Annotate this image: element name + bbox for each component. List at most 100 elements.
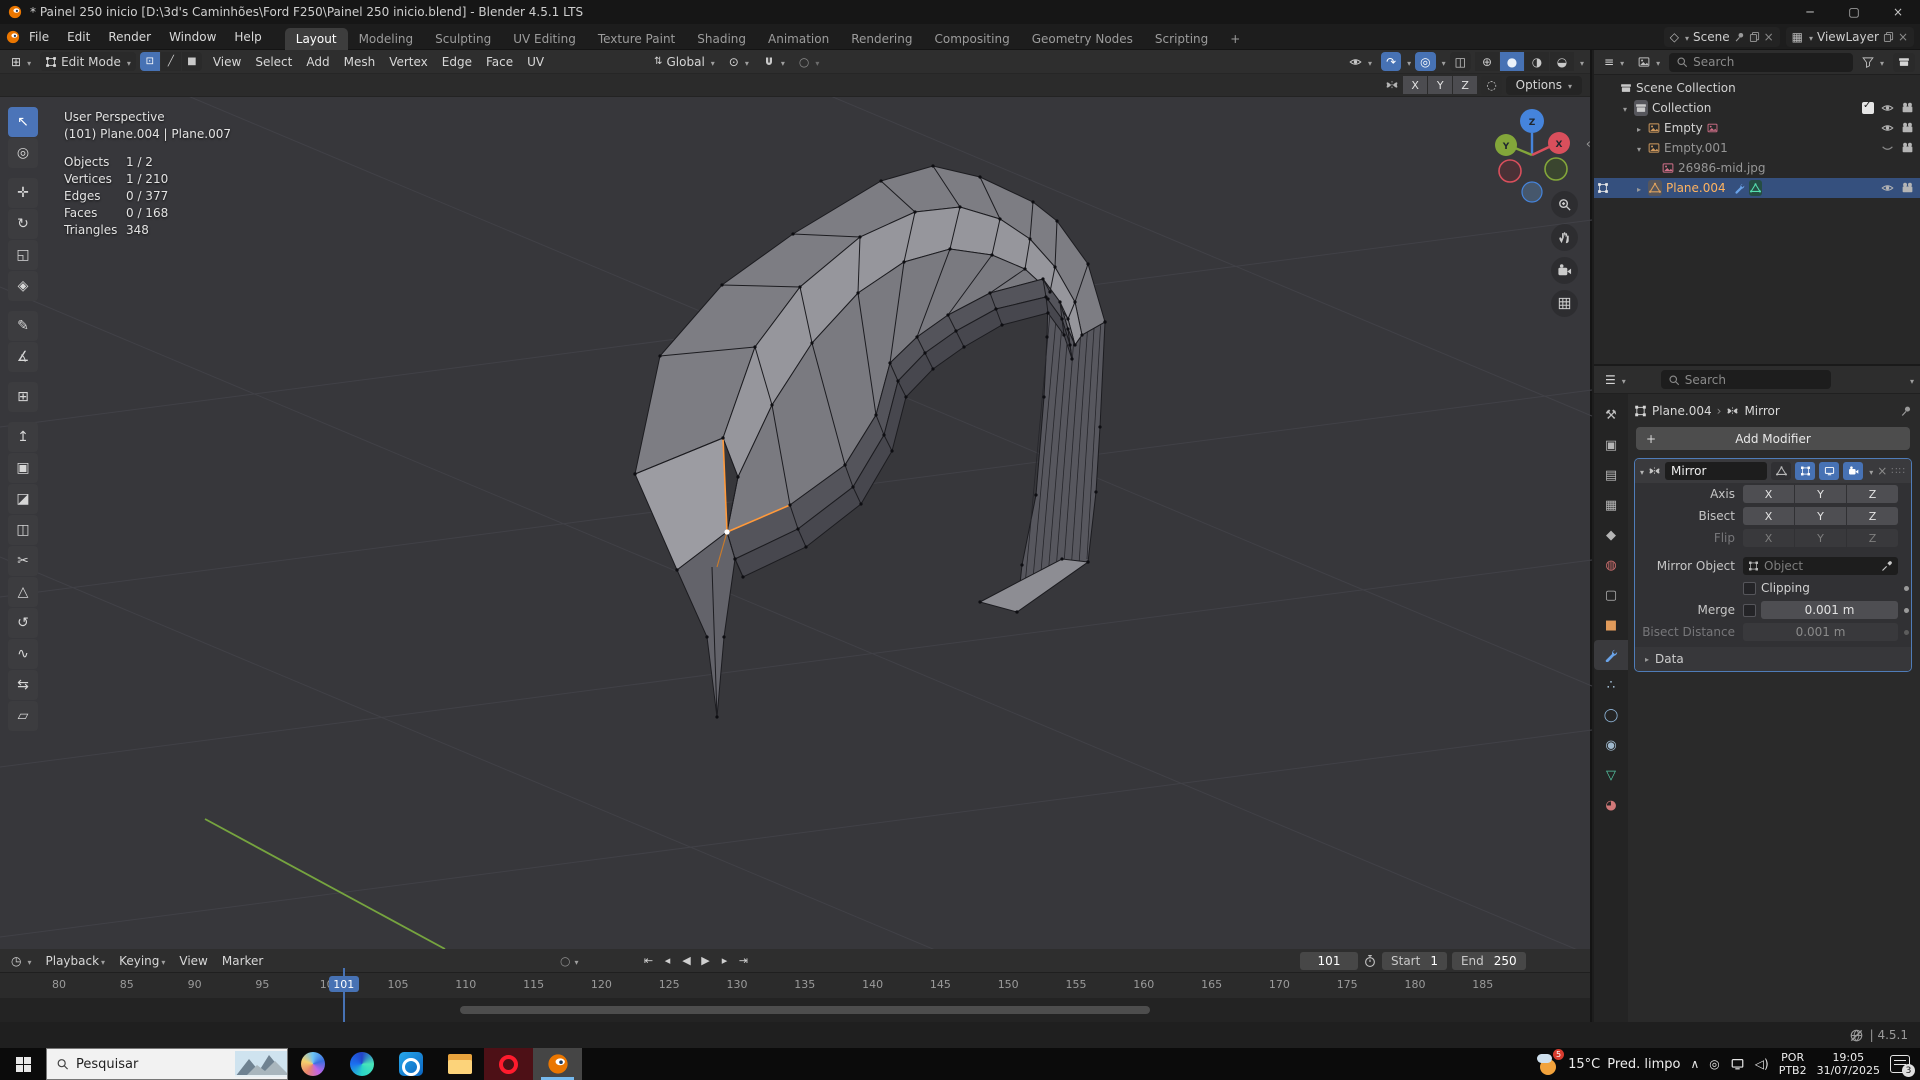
menu-help[interactable]: Help [225, 24, 270, 50]
volume-icon[interactable]: ◁) [1755, 1057, 1769, 1071]
disable-render-icon[interactable] [1901, 101, 1914, 115]
frame-start-field[interactable]: Start1 [1382, 952, 1447, 970]
disable-render-icon[interactable] [1901, 181, 1914, 195]
tool-edge-slide[interactable]: ⇆ [8, 670, 38, 700]
taskbar-search-input[interactable]: Pesquisar [46, 1048, 288, 1080]
tool-annotate[interactable]: ✎ [8, 311, 38, 341]
drag-handle-icon[interactable]: ∷∷ [1891, 466, 1906, 477]
frame-end-field[interactable]: End250 [1452, 952, 1526, 970]
viewport-menu-view[interactable]: View [206, 55, 248, 69]
taskbar-app-file-explorer[interactable] [435, 1048, 484, 1080]
copy-icon[interactable] [1749, 30, 1760, 44]
tool-poly-build[interactable]: △ [8, 577, 38, 607]
properties-options-dropdown[interactable] [1908, 373, 1914, 387]
timeline-menu-playback[interactable]: Playback [39, 954, 113, 968]
disable-render-icon[interactable] [1901, 121, 1914, 135]
properties-tab-tool[interactable]: ⚒ [1594, 400, 1628, 430]
tool-extrude-region[interactable]: ↥ [8, 422, 38, 452]
rendered-shading-button[interactable]: ◒ [1550, 52, 1574, 71]
eyedropper-icon[interactable] [1881, 559, 1893, 573]
shading-dropdown[interactable] [1578, 55, 1584, 69]
play-reverse-button[interactable]: ◀ [678, 954, 695, 967]
gizmo-neg-z-axis[interactable] [1522, 182, 1542, 202]
properties-tab-constraints[interactable]: ◉ [1594, 730, 1628, 760]
clock-widget[interactable]: 19:0531/07/2025 [1817, 1051, 1880, 1077]
properties-search-input[interactable]: Search [1661, 370, 1831, 389]
workspace-tab-compositing[interactable]: Compositing [923, 28, 1020, 50]
tool-loop-cut[interactable]: ◫ [8, 515, 38, 545]
mirror-axis-y[interactable]: Y [1428, 76, 1452, 94]
proportional-edit-button[interactable]: ○ [794, 52, 825, 71]
pan-hand-icon[interactable] [1551, 224, 1578, 251]
xray-toggle[interactable]: ◫ [1450, 52, 1471, 71]
on-cage-toggle[interactable] [1771, 462, 1791, 480]
ax-flip-x[interactable]: X [1743, 529, 1794, 547]
tool-inset-faces[interactable]: ▣ [8, 453, 38, 483]
meet-now-icon[interactable]: ◎ [1709, 1057, 1719, 1071]
outliner-row-scene-collection[interactable]: Scene Collection [1594, 78, 1920, 98]
menu-window[interactable]: Window [160, 24, 225, 50]
delete-modifier-icon[interactable] [1877, 464, 1887, 478]
next-keyframe-button[interactable]: ▸ [716, 954, 733, 967]
play-button[interactable]: ▶ [697, 954, 714, 967]
add-workspace-button[interactable]: + [1219, 28, 1251, 50]
tool-measure[interactable]: ∡ [8, 342, 38, 372]
expand-icon[interactable] [1634, 181, 1644, 195]
menu-render[interactable]: Render [99, 24, 160, 50]
mirror-object-field[interactable]: Object [1743, 557, 1898, 575]
outliner-search-input[interactable]: Search [1669, 53, 1853, 72]
viewport-menu-vertex[interactable]: Vertex [382, 55, 435, 69]
solid-shading-button[interactable]: ● [1500, 52, 1524, 71]
viewport-menu-mesh[interactable]: Mesh [337, 55, 383, 69]
exclude-checkbox[interactable] [1862, 102, 1874, 114]
ax-axis-x[interactable]: X [1743, 485, 1794, 503]
properties-tab-physics[interactable]: ◯ [1594, 700, 1628, 730]
properties-tab-scene[interactable]: ◆ [1594, 520, 1628, 550]
edge-select-button[interactable]: ╱ [161, 52, 181, 71]
pin-icon[interactable] [1900, 404, 1912, 418]
tool-shear[interactable]: ▱ [8, 701, 38, 731]
mirror-axis-z[interactable]: Z [1453, 76, 1477, 94]
workspace-tab-texture-paint[interactable]: Texture Paint [587, 28, 686, 50]
workspace-tab-animation[interactable]: Animation [757, 28, 840, 50]
ax-axis-z[interactable]: Z [1847, 485, 1898, 503]
menu-edit[interactable]: Edit [58, 24, 99, 50]
breadcrumb-object[interactable]: Plane.004 [1652, 404, 1712, 418]
menu-file[interactable]: File [20, 24, 58, 50]
timeline-editor-type[interactable]: ◷ [6, 951, 37, 970]
properties-tab-data[interactable]: ▽ [1594, 760, 1628, 790]
tool-knife[interactable]: ✂ [8, 546, 38, 576]
add-modifier-button[interactable]: Add Modifier [1636, 427, 1910, 450]
properties-tab-render[interactable]: ▣ [1594, 430, 1628, 460]
gizmo-dropdown[interactable] [1405, 55, 1411, 69]
viewport-menu-select[interactable]: Select [248, 55, 299, 69]
render-toggle[interactable] [1843, 462, 1863, 480]
close-button[interactable]: × [1876, 0, 1920, 24]
taskbar-app-blender[interactable] [533, 1048, 582, 1080]
bing-image[interactable] [235, 1049, 287, 1079]
workspace-tab-uv-editing[interactable]: UV Editing [502, 28, 587, 50]
filter-icon[interactable] [1857, 53, 1889, 72]
options-dropdown[interactable]: Options [1506, 76, 1582, 95]
viewport-menu-add[interactable]: Add [299, 55, 336, 69]
minimize-button[interactable]: ─ [1788, 0, 1832, 24]
orientation-selector[interactable]: ⇅Global [649, 52, 720, 71]
object-visibility-button[interactable] [1344, 52, 1377, 71]
properties-editor-type[interactable]: ☰ [1600, 370, 1631, 389]
outliner-row-empty-001[interactable]: Empty.001 [1594, 138, 1920, 158]
ax-bisect-z[interactable]: Z [1847, 507, 1898, 525]
playhead[interactable]: 101 [329, 976, 359, 992]
outliner-filter-id[interactable] [1633, 53, 1665, 72]
mode-selector[interactable]: Edit Mode [40, 52, 136, 71]
timeline-menu-marker[interactable]: Marker [215, 954, 270, 968]
taskbar-app-outlook[interactable] [386, 1048, 435, 1080]
copy-icon[interactable] [1883, 30, 1894, 44]
expand-icon[interactable] [1620, 101, 1630, 115]
app-menu-icon[interactable] [6, 30, 20, 44]
sidebar-toggle[interactable] [1586, 137, 1591, 152]
weather-widget[interactable]: 5 15°C Pred. limpo [1537, 1052, 1680, 1076]
taskbar-app-opera[interactable] [484, 1048, 533, 1080]
hide-eye-icon[interactable] [1881, 101, 1894, 115]
properties-tab-object[interactable]: ■ [1594, 610, 1628, 640]
properties-tab-collection[interactable]: ▢ [1594, 580, 1628, 610]
